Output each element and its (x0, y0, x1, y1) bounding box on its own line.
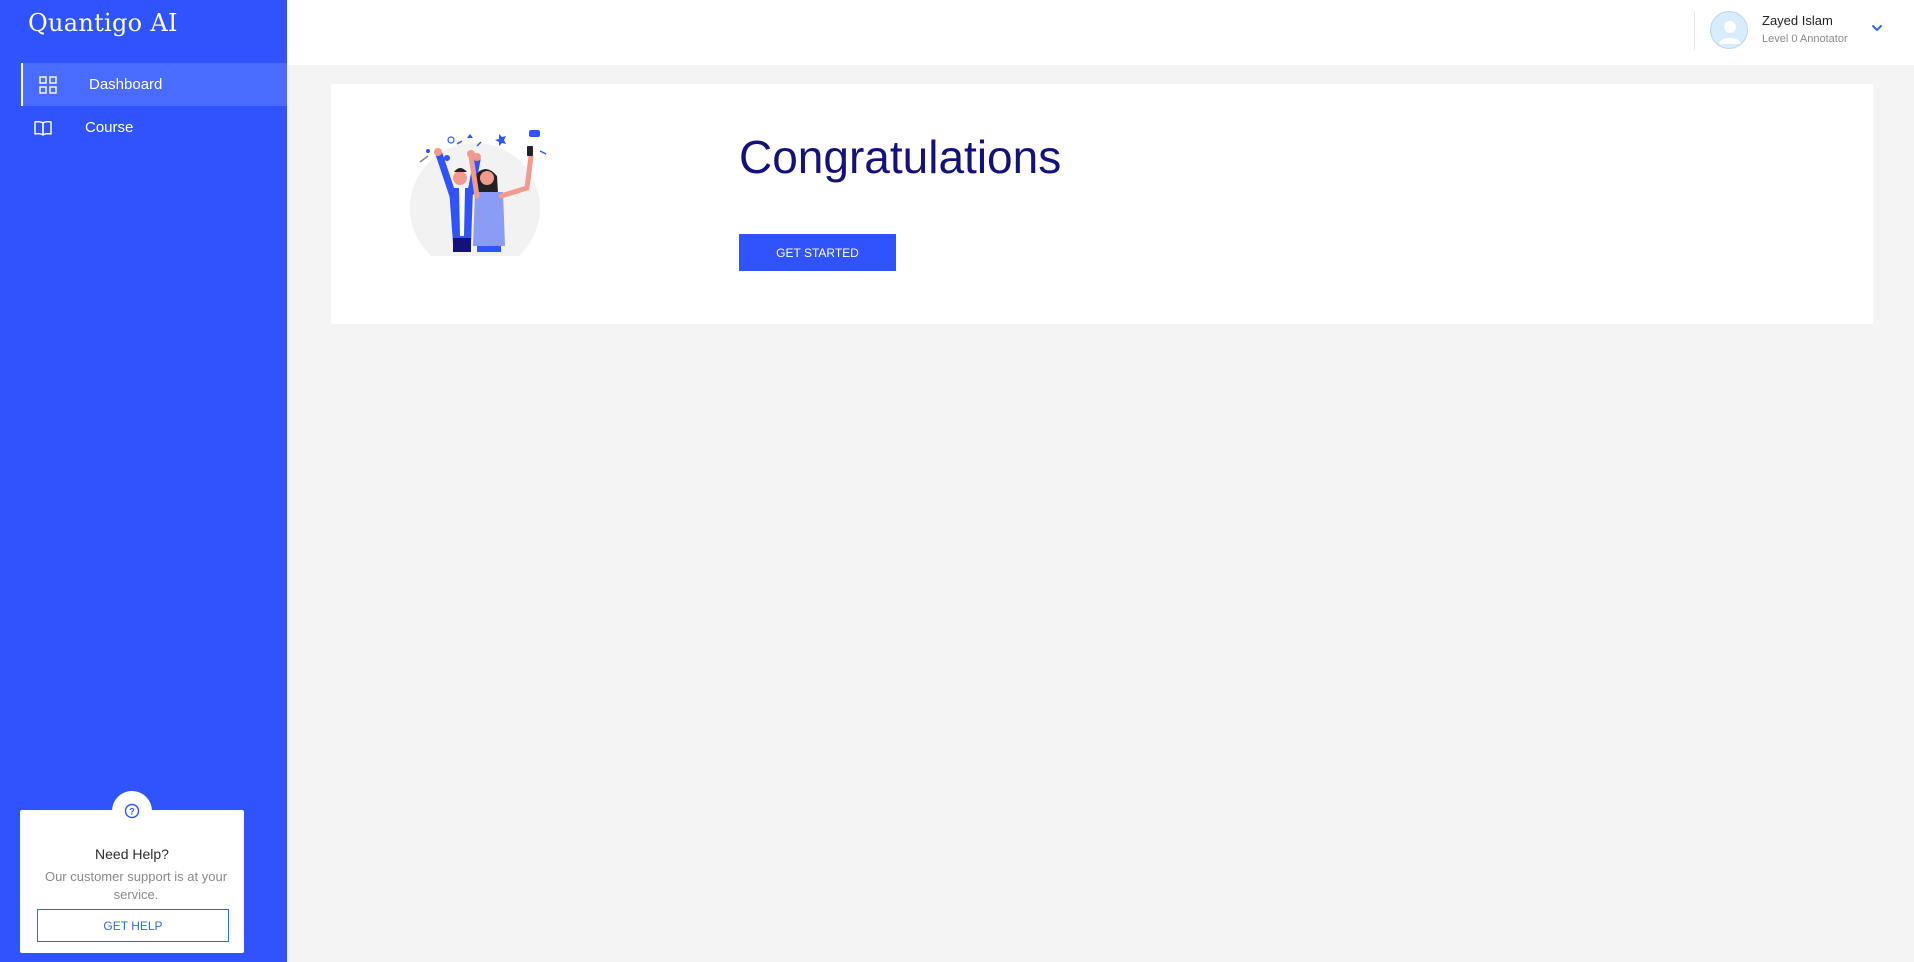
page-title: Congratulations (739, 131, 1062, 183)
top-header: Zayed Islam Level 0 Annotator (287, 0, 1914, 65)
get-help-button[interactable]: GET HELP (37, 909, 229, 942)
user-role: Level 0 Annotator (1762, 33, 1848, 45)
sidebar-item-label: Course (85, 119, 134, 136)
help-card: ? Need Help? Our customer support is at … (20, 791, 244, 953)
book-icon (31, 116, 55, 140)
sidebar: Quantigo AI Dashboard Course ? Need Help… (0, 0, 287, 962)
sidebar-item-dashboard[interactable]: Dashboard (21, 63, 287, 106)
svg-text:?: ? (129, 807, 135, 817)
question-circle-icon: ? (112, 791, 152, 831)
get-started-button[interactable]: GET STARTED (739, 234, 896, 271)
sidebar-item-label: Dashboard (89, 76, 163, 93)
celebration-illustration (405, 126, 565, 273)
header-divider (1694, 11, 1695, 50)
sidebar-item-course[interactable]: Course (21, 106, 287, 149)
help-text: Our customer support is at your service. (44, 869, 228, 902)
user-name: Zayed Islam (1762, 13, 1833, 28)
app-logo[interactable]: Quantigo AI (28, 9, 178, 37)
chevron-down-icon[interactable] (1869, 20, 1885, 36)
grid-icon (36, 73, 60, 97)
welcome-card: Congratulations GET STARTED (331, 84, 1873, 324)
user-avatar-icon[interactable] (1710, 11, 1748, 49)
help-title: Need Help? (95, 846, 169, 862)
